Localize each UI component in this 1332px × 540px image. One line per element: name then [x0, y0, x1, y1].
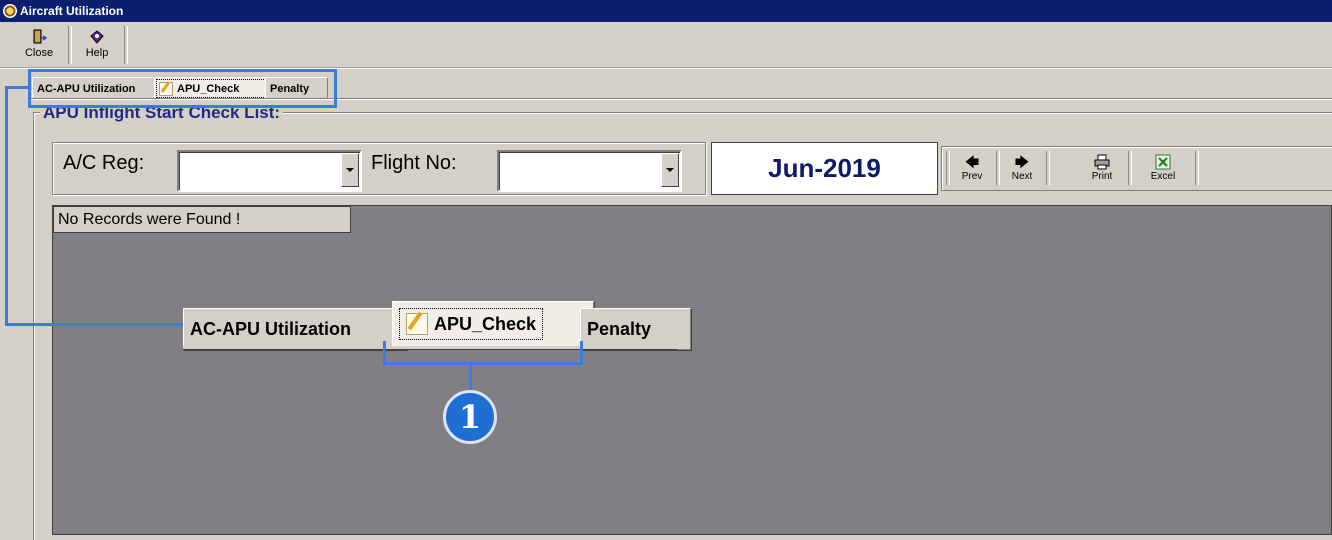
month-display: Jun-2019 — [711, 142, 938, 195]
callout-tab-apu-check: APU_Check — [392, 301, 594, 347]
excel-label: Excel — [1150, 171, 1176, 182]
window-title: Aircraft Utilization — [20, 4, 124, 18]
excel-button[interactable]: Excel — [1141, 149, 1185, 187]
prev-label: Prev — [961, 171, 983, 182]
next-label: Next — [1011, 171, 1033, 182]
callout-tab-divider — [183, 346, 677, 350]
ac-reg-select[interactable] — [177, 150, 362, 192]
help-book-icon — [89, 29, 105, 45]
clock-icon — [3, 4, 17, 18]
toolbar: Close Help — [0, 22, 1332, 68]
no-records-message: No Records were Found ! — [53, 206, 351, 233]
chevron-down-icon[interactable] — [661, 153, 679, 187]
results-grid — [52, 205, 1332, 535]
callout-tab-label: APU_Check — [434, 313, 537, 334]
toolbar-separator — [68, 26, 72, 64]
chevron-down-icon[interactable] — [341, 153, 359, 187]
print-label: Print — [1091, 171, 1113, 182]
prev-button[interactable]: 🡄 Prev — [950, 149, 994, 187]
next-button[interactable]: 🡆 Next — [1000, 149, 1044, 187]
annotation-connector — [5, 86, 8, 326]
flight-no-select[interactable] — [497, 150, 682, 192]
annotation-connector — [5, 323, 183, 326]
close-button[interactable]: Close — [16, 25, 62, 65]
print-button[interactable]: Print — [1080, 149, 1124, 187]
annotation-highlight-box — [28, 69, 337, 108]
close-label: Close — [24, 47, 54, 59]
callout-tab-ac-apu-utilization: AC-APU Utilization — [183, 308, 407, 350]
callout-tab-penalty: Penalty — [580, 308, 691, 350]
arrow-right-icon: 🡆 — [1014, 154, 1030, 170]
excel-icon — [1141, 154, 1185, 170]
flight-no-label: Flight No: — [371, 152, 457, 174]
annotation-bracket — [383, 362, 583, 365]
nav-separator — [1046, 151, 1050, 185]
help-label: Help — [85, 47, 109, 59]
printer-icon — [1080, 154, 1124, 170]
nav-separator — [1195, 151, 1199, 185]
callout-tab-label: Penalty — [587, 318, 652, 339]
annotation-connector — [5, 86, 29, 89]
exit-door-icon — [31, 29, 48, 45]
arrow-left-icon: 🡄 — [964, 154, 980, 170]
callout-tab-label: AC-APU Utilization — [190, 318, 351, 339]
nav-separator — [1128, 151, 1132, 185]
annotation-connector — [469, 362, 472, 392]
help-button[interactable]: Help — [74, 25, 120, 65]
callout-number-badge: 1 — [443, 390, 497, 444]
note-pencil-icon — [406, 313, 428, 335]
title-bar: Aircraft Utilization — [0, 0, 1332, 22]
ac-reg-label: A/C Reg: — [63, 152, 145, 174]
toolbar-separator — [124, 26, 128, 64]
